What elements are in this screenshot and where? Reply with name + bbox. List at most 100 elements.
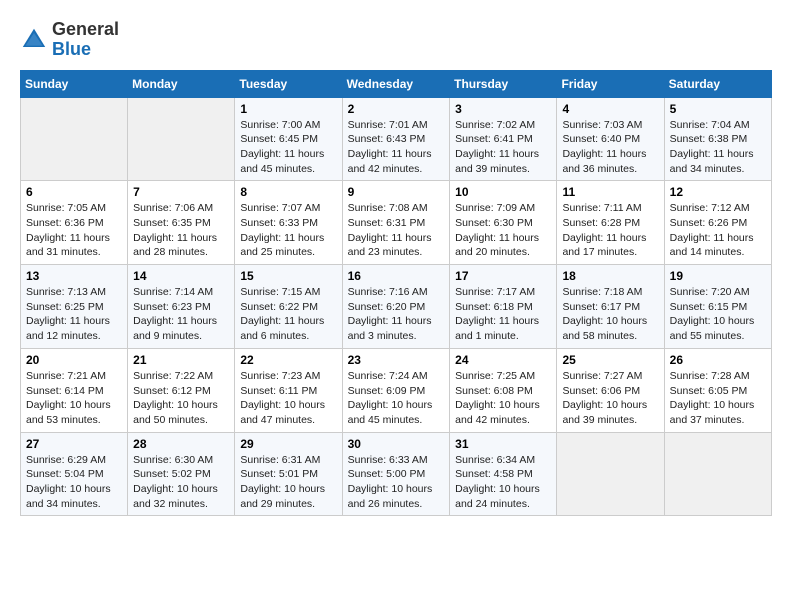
day-number: 24: [455, 353, 551, 367]
calendar-cell: 22Sunrise: 7:23 AM Sunset: 6:11 PM Dayli…: [235, 348, 342, 432]
day-number: 12: [670, 185, 766, 199]
day-info: Sunrise: 7:24 AM Sunset: 6:09 PM Dayligh…: [348, 369, 445, 428]
day-number: 23: [348, 353, 445, 367]
calendar-cell: 30 Sunrise: 6:33 AM Sunset: 5:00 PM Dayli…: [342, 432, 450, 516]
day-info: Sunrise: 6:34 AM Sunset: 4:58 PM Dayligh…: [455, 453, 551, 512]
calendar-cell: [557, 432, 664, 516]
day-info: Sunrise: 7:18 AM Sunset: 6:17 PM Dayligh…: [562, 285, 658, 344]
weekday-header-friday: Friday: [557, 70, 664, 97]
day-number: 4: [562, 102, 658, 116]
logo-icon: [20, 26, 48, 54]
day-info: Sunrise: 7:01 AM Sunset: 6:43 PM Dayligh…: [348, 118, 445, 177]
day-info: Sunrise: 7:08 AM Sunset: 6:31 PM Dayligh…: [348, 201, 445, 260]
day-info: Sunrise: 7:03 AM Sunset: 6:40 PM Dayligh…: [562, 118, 658, 177]
calendar-cell: 11 Sunrise: 7:11 AM Sunset: 6:28 PM Dayli…: [557, 181, 664, 265]
day-info: Sunrise: 6:31 AM Sunset: 5:01 PM Dayligh…: [240, 453, 336, 512]
day-info: Sunrise: 7:04 AM Sunset: 6:38 PM Dayligh…: [670, 118, 766, 177]
day-number: 30: [348, 437, 445, 451]
day-number: 18: [562, 269, 658, 283]
calendar-cell: 12 Sunrise: 7:12 AM Sunset: 6:26 PM Dayli…: [664, 181, 771, 265]
day-info: Sunrise: 7:28 AM Sunset: 6:05 PM Dayligh…: [670, 369, 766, 428]
weekday-header-wednesday: Wednesday: [342, 70, 450, 97]
calendar-cell: [21, 97, 128, 181]
day-number: 25: [562, 353, 658, 367]
day-info: Sunrise: 7:06 AM Sunset: 6:35 PM Dayligh…: [133, 201, 229, 260]
day-info: Sunrise: 7:00 AM Sunset: 6:45 PM Dayligh…: [240, 118, 336, 177]
day-info: Sunrise: 7:20 AM Sunset: 6:15 PM Dayligh…: [670, 285, 766, 344]
calendar-cell: 16 Sunrise: 7:16 AM Sunset: 6:20 PM Dayli…: [342, 265, 450, 349]
day-info: Sunrise: 7:09 AM Sunset: 6:30 PM Dayligh…: [455, 201, 551, 260]
calendar-cell: 19 Sunrise: 7:20 AM Sunset: 6:15 PM Dayli…: [664, 265, 771, 349]
day-number: 31: [455, 437, 551, 451]
day-number: 7: [133, 185, 229, 199]
day-number: 16: [348, 269, 445, 283]
calendar-cell: 5 Sunrise: 7:04 AM Sunset: 6:38 PM Daylig…: [664, 97, 771, 181]
calendar-cell: 10 Sunrise: 7:09 AM Sunset: 6:30 PM Dayli…: [450, 181, 557, 265]
day-info: Sunrise: 7:23 AM Sunset: 6:11 PM Dayligh…: [240, 369, 336, 428]
calendar-table: SundayMondayTuesdayWednesdayThursdayFrid…: [20, 70, 772, 517]
day-info: Sunrise: 7:16 AM Sunset: 6:20 PM Dayligh…: [348, 285, 445, 344]
day-info: Sunrise: 7:21 AM Sunset: 6:14 PM Dayligh…: [26, 369, 122, 428]
day-info: Sunrise: 7:22 AM Sunset: 6:12 PM Dayligh…: [133, 369, 229, 428]
weekday-header-sunday: Sunday: [21, 70, 128, 97]
calendar-cell: 24 Sunrise: 7:25 AM Sunset: 6:08 PM Dayli…: [450, 348, 557, 432]
day-number: 14: [133, 269, 229, 283]
day-number: 6: [26, 185, 122, 199]
logo-text: General Blue: [52, 20, 119, 60]
day-number: 27: [26, 437, 122, 451]
day-number: 2: [348, 102, 445, 116]
day-info: Sunrise: 7:05 AM Sunset: 6:36 PM Dayligh…: [26, 201, 122, 260]
calendar-cell: 28Sunrise: 6:30 AM Sunset: 5:02 PM Dayli…: [128, 432, 235, 516]
calendar-cell: 14 Sunrise: 7:14 AM Sunset: 6:23 PM Dayli…: [128, 265, 235, 349]
day-number: 1: [240, 102, 336, 116]
day-info: Sunrise: 6:29 AM Sunset: 5:04 PM Dayligh…: [26, 453, 122, 512]
weekday-header-thursday: Thursday: [450, 70, 557, 97]
page: General Blue SundayMondayTuesdayWednesda…: [0, 0, 792, 526]
calendar-cell: 2 Sunrise: 7:01 AM Sunset: 6:43 PM Daylig…: [342, 97, 450, 181]
day-number: 9: [348, 185, 445, 199]
calendar-cell: 13 Sunrise: 7:13 AM Sunset: 6:25 PM Dayli…: [21, 265, 128, 349]
day-number: 11: [562, 185, 658, 199]
weekday-header-monday: Monday: [128, 70, 235, 97]
day-number: 13: [26, 269, 122, 283]
day-info: Sunrise: 7:07 AM Sunset: 6:33 PM Dayligh…: [240, 201, 336, 260]
calendar-cell: 29Sunrise: 6:31 AM Sunset: 5:01 PM Dayli…: [235, 432, 342, 516]
calendar-cell: 6 Sunrise: 7:05 AM Sunset: 6:36 PM Daylig…: [21, 181, 128, 265]
weekday-header-tuesday: Tuesday: [235, 70, 342, 97]
calendar-cell: 8 Sunrise: 7:07 AM Sunset: 6:33 PM Daylig…: [235, 181, 342, 265]
calendar-cell: 20 Sunrise: 7:21 AM Sunset: 6:14 PM Dayli…: [21, 348, 128, 432]
day-info: Sunrise: 6:33 AM Sunset: 5:00 PM Dayligh…: [348, 453, 445, 512]
day-number: 15: [240, 269, 336, 283]
day-info: Sunrise: 7:25 AM Sunset: 6:08 PM Dayligh…: [455, 369, 551, 428]
calendar-cell: 7 Sunrise: 7:06 AM Sunset: 6:35 PM Daylig…: [128, 181, 235, 265]
calendar-cell: 23 Sunrise: 7:24 AM Sunset: 6:09 PM Dayli…: [342, 348, 450, 432]
calendar-cell: 4 Sunrise: 7:03 AM Sunset: 6:40 PM Daylig…: [557, 97, 664, 181]
calendar-cell: 25 Sunrise: 7:27 AM Sunset: 6:06 PM Dayli…: [557, 348, 664, 432]
day-info: Sunrise: 7:17 AM Sunset: 6:18 PM Dayligh…: [455, 285, 551, 344]
calendar-cell: [664, 432, 771, 516]
calendar-cell: 21Sunrise: 7:22 AM Sunset: 6:12 PM Dayli…: [128, 348, 235, 432]
day-info: Sunrise: 7:27 AM Sunset: 6:06 PM Dayligh…: [562, 369, 658, 428]
day-info: Sunrise: 7:14 AM Sunset: 6:23 PM Dayligh…: [133, 285, 229, 344]
day-number: 5: [670, 102, 766, 116]
weekday-header-saturday: Saturday: [664, 70, 771, 97]
day-info: Sunrise: 7:12 AM Sunset: 6:26 PM Dayligh…: [670, 201, 766, 260]
day-number: 10: [455, 185, 551, 199]
header: General Blue: [20, 20, 772, 60]
logo: General Blue: [20, 20, 119, 60]
calendar-cell: 31 Sunrise: 6:34 AM Sunset: 4:58 PM Dayli…: [450, 432, 557, 516]
day-number: 17: [455, 269, 551, 283]
calendar-cell: 1 Sunrise: 7:00 AM Sunset: 6:45 PM Daylig…: [235, 97, 342, 181]
day-number: 3: [455, 102, 551, 116]
calendar-cell: 9 Sunrise: 7:08 AM Sunset: 6:31 PM Daylig…: [342, 181, 450, 265]
day-info: Sunrise: 7:11 AM Sunset: 6:28 PM Dayligh…: [562, 201, 658, 260]
calendar-cell: 27 Sunrise: 6:29 AM Sunset: 5:04 PM Dayli…: [21, 432, 128, 516]
day-number: 20: [26, 353, 122, 367]
day-info: Sunrise: 7:13 AM Sunset: 6:25 PM Dayligh…: [26, 285, 122, 344]
day-number: 26: [670, 353, 766, 367]
day-info: Sunrise: 7:02 AM Sunset: 6:41 PM Dayligh…: [455, 118, 551, 177]
calendar-cell: 17 Sunrise: 7:17 AM Sunset: 6:18 PM Dayli…: [450, 265, 557, 349]
calendar-cell: 15Sunrise: 7:15 AM Sunset: 6:22 PM Dayli…: [235, 265, 342, 349]
day-number: 19: [670, 269, 766, 283]
day-number: 8: [240, 185, 336, 199]
